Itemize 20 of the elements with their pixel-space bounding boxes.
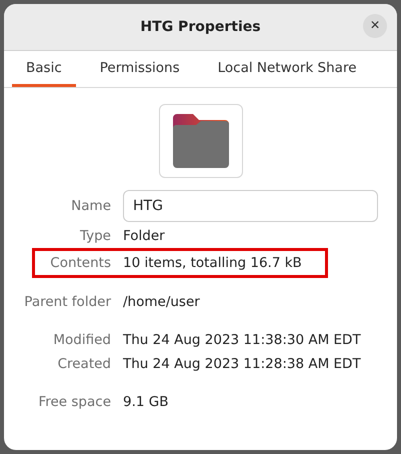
tab[interactable]: Local Network Share (204, 51, 371, 87)
property-value: Thu 24 Aug 2023 11:28:38 AM EDT (123, 356, 362, 372)
property-value: 9.1 GB (123, 394, 170, 410)
property-value: /home/user (123, 294, 201, 310)
tab[interactable]: Basic (12, 51, 76, 87)
property-label: Parent folder (23, 294, 111, 310)
property-label: Type (78, 228, 111, 244)
property-label: Free space (37, 394, 111, 410)
property-label: Contents (49, 255, 111, 271)
property-value: Folder (123, 228, 166, 244)
property-label: Created (56, 356, 111, 372)
property-value: Thu 24 Aug 2023 11:38:30 AM EDT (123, 332, 362, 348)
property-label: Modified (52, 332, 111, 348)
folder-icon (172, 114, 228, 168)
property-value: 10 items, totalling 16.7 kB (123, 255, 303, 271)
tab[interactable]: Permissions (86, 51, 194, 87)
window-title: HTG Properties (140, 19, 261, 35)
close-button[interactable]: × (363, 14, 387, 38)
name-label: Name (70, 198, 111, 214)
name-field[interactable]: HTG (123, 190, 378, 222)
